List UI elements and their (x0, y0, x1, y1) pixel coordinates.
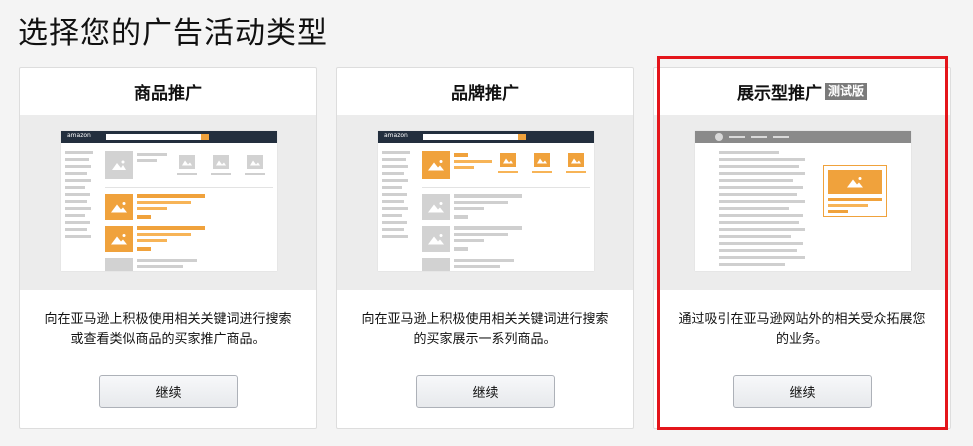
card-title-text: 展示型推广 (736, 84, 822, 104)
card-title: 展示型推广 测试版 (654, 68, 950, 115)
logo-text: amazon (384, 132, 408, 139)
sponsored-display-mockup (695, 131, 911, 271)
campaign-card-sponsored-brands[interactable]: 品牌推广 amazon 向在亚马逊上积极使用相关关键词进行搜索的买家展示一系列商… (336, 67, 634, 429)
product-image-icon (105, 151, 133, 179)
card-title: 商品推广 (134, 84, 202, 104)
continue-button[interactable]: 继续 (733, 375, 872, 408)
continue-button[interactable]: 继续 (416, 375, 555, 408)
page-title: 选择您的广告活动类型 (18, 16, 328, 51)
card-title: 品牌推广 (451, 84, 519, 104)
card-preview-image: amazon (337, 115, 633, 290)
campaign-card-sponsored-products[interactable]: 商品推广 amazon 向在亚马逊上积极使用相关关键词进行搜索或查看类似商品的买… (19, 67, 317, 429)
logo-text: amazon (67, 132, 91, 139)
card-description: 向在亚马逊上积极使用相关关键词进行搜索或查看类似商品的买家推广商品。 (44, 312, 292, 347)
display-ad-box (823, 165, 887, 217)
sponsored-brands-mockup: amazon (378, 131, 594, 271)
sponsored-products-mockup: amazon (61, 131, 277, 271)
continue-button[interactable]: 继续 (99, 375, 238, 408)
card-description: 通过吸引在亚马逊网站外的相关受众拓展您的业务。 (678, 312, 926, 347)
beta-badge: 测试版 (824, 83, 867, 100)
campaign-card-sponsored-display[interactable]: 展示型推广 测试版 通过吸引在亚马逊网站外的相关受众拓展您的业务。 继续 (653, 67, 951, 429)
card-preview-image: amazon (20, 115, 316, 290)
card-preview-image (654, 115, 950, 290)
card-description: 向在亚马逊上积极使用相关关键词进行搜索的买家展示一系列商品。 (361, 312, 609, 347)
